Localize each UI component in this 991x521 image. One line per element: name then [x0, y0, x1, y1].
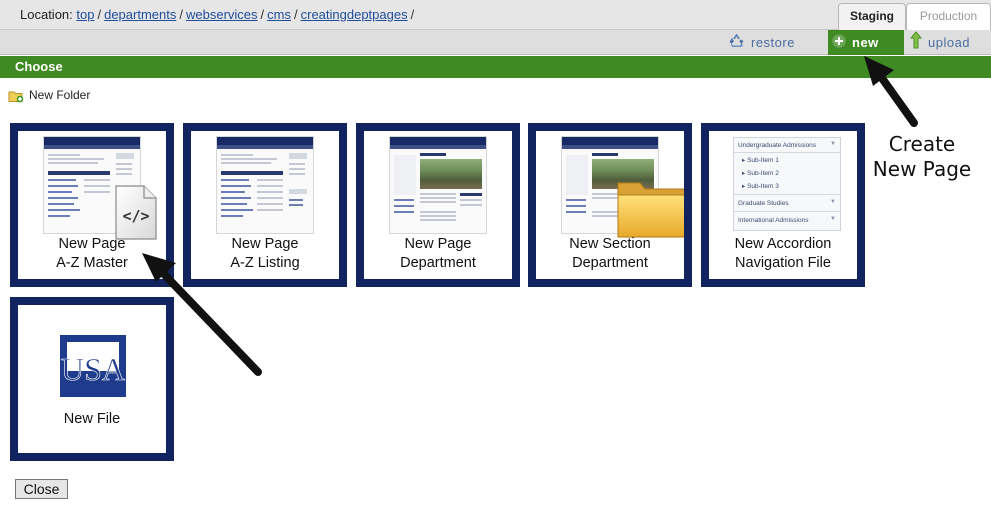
restore-label: restore: [751, 35, 795, 50]
accordion-preview: Undergraduate Admissions ▼ ▸ Sub-Item 1 …: [733, 137, 841, 231]
annotation-text: Create New Page: [872, 132, 972, 181]
close-button[interactable]: Close: [15, 479, 68, 499]
tab-production[interactable]: Production: [906, 3, 991, 30]
choose-header: Choose: [0, 56, 991, 78]
tile-body: USA New File: [18, 305, 166, 453]
restore-button[interactable]: restore: [728, 30, 795, 55]
tile-body: New Section Department: [536, 131, 684, 279]
page-thumbnail: [389, 136, 487, 234]
usa-logo-icon: USA: [60, 335, 126, 397]
svg-text:</>: </>: [122, 207, 149, 225]
tile-label: New Page Department: [400, 236, 476, 271]
location-bar: Location: top / departments / webservices / cm…: [0, 0, 991, 30]
tile-body: </> New Page A-Z Master: [18, 131, 166, 279]
folder-plus-icon: [8, 91, 24, 103]
new-label: new: [852, 35, 879, 50]
building-photo: [420, 159, 482, 189]
template-tile-new-page-department[interactable]: New Page Department: [356, 123, 520, 287]
action-bar: restore new upload: [0, 30, 991, 55]
breadcrumb: Location: top / departments / webservices / cm…: [20, 7, 417, 22]
tile-label: New Page A-Z Master: [56, 236, 128, 271]
tile-label: New File: [63, 411, 121, 427]
template-tile-new-accordion-navigation-file[interactable]: Undergraduate Admissions ▼ ▸ Sub-Item 1 …: [701, 123, 865, 287]
tile-body: Undergraduate Admissions ▼ ▸ Sub-Item 1 …: [709, 131, 857, 279]
breadcrumb-creatingdeptpages[interactable]: creatingdeptpages: [301, 7, 408, 22]
plus-circle-icon: [832, 31, 846, 56]
choose-title: Choose: [15, 59, 63, 74]
folder-icon: [617, 182, 684, 238]
breadcrumb-top[interactable]: top: [76, 7, 94, 22]
new-folder-link[interactable]: New Folder: [8, 88, 90, 103]
breadcrumb-separator: /: [260, 7, 265, 22]
tab-staging[interactable]: Staging: [838, 3, 906, 30]
page-thumbnail: [216, 136, 314, 234]
location-label: Location:: [20, 7, 73, 22]
tile-body: New Page Department: [364, 131, 512, 279]
upload-button[interactable]: upload: [909, 30, 971, 57]
new-folder-label: New Folder: [29, 88, 91, 102]
breadcrumb-separator: /: [179, 7, 183, 22]
breadcrumb-webservices[interactable]: webservices: [186, 7, 258, 22]
template-tile-new-page-az-master[interactable]: </> New Page A-Z Master: [10, 123, 174, 287]
template-tile-new-file[interactable]: USA New File: [10, 297, 174, 461]
recycle-icon: [728, 31, 745, 56]
upload-label: upload: [928, 35, 971, 50]
template-tile-new-page-az-listing[interactable]: New Page A-Z Listing: [183, 123, 347, 287]
breadcrumb-departments[interactable]: departments: [104, 7, 176, 22]
tile-label: New Section Department: [569, 236, 651, 271]
tile-label: New Accordion Navigation File: [734, 236, 832, 271]
tile-body: New Page A-Z Listing: [191, 131, 339, 279]
breadcrumb-cms[interactable]: cms: [267, 7, 291, 22]
breadcrumb-separator: /: [293, 7, 298, 22]
breadcrumb-separator: /: [97, 7, 102, 22]
new-button[interactable]: new: [828, 30, 904, 55]
up-arrow-icon: [909, 30, 923, 57]
code-file-icon: </>: [115, 185, 157, 240]
template-tile-new-section-department[interactable]: New Section Department: [528, 123, 692, 287]
svg-text:USA: USA: [61, 351, 125, 387]
breadcrumb-separator: /: [410, 7, 415, 22]
tile-label: New Page A-Z Listing: [230, 236, 300, 271]
